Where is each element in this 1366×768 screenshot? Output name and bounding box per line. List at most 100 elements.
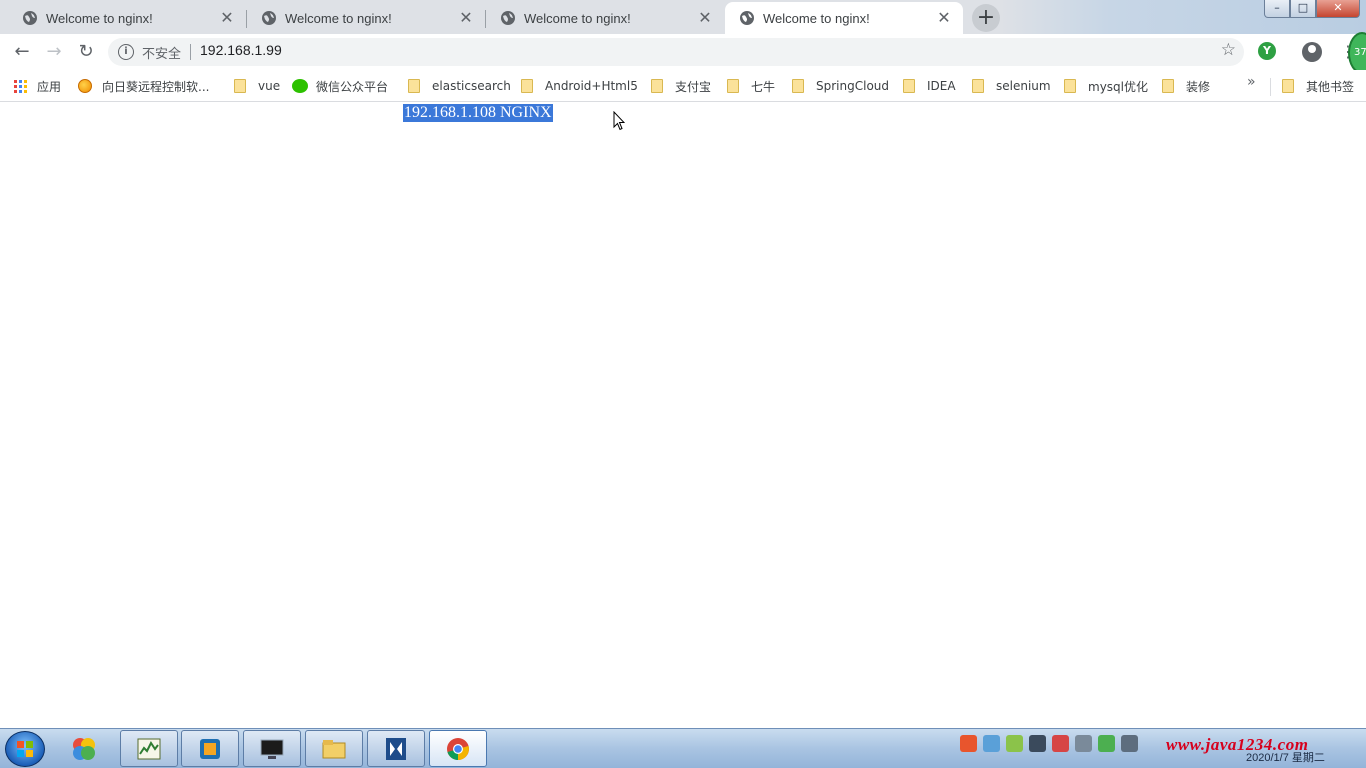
bookmark-elasticsearch[interactable]: elasticsearch	[408, 76, 511, 96]
ide-icon	[386, 737, 406, 760]
maximize-button[interactable]: □	[1290, 0, 1316, 18]
bookmark-label: 其他书签	[1306, 79, 1355, 94]
folder-icon	[1282, 79, 1294, 93]
info-icon[interactable]: i	[118, 44, 134, 60]
bookmark-label: 向日葵远程控制软...	[102, 79, 210, 94]
url-text[interactable]: 192.168.1.99	[200, 42, 282, 58]
folder-icon	[651, 79, 663, 93]
taskbar-ide-app[interactable]	[367, 730, 425, 767]
tab-close-icon[interactable]: ✕	[218, 9, 236, 27]
close-window-button[interactable]: ✕	[1316, 0, 1360, 18]
bookmark-label: Android+Html5	[545, 79, 638, 93]
globe-icon	[262, 11, 276, 25]
bookmark-apps[interactable]: 应用	[14, 76, 61, 96]
reload-button[interactable]: ↻	[74, 40, 98, 64]
taskbar-explorer-app[interactable]	[305, 730, 363, 767]
tab-title: Welcome to nginx!	[763, 10, 870, 26]
taskbar-pinwheel-app[interactable]	[55, 730, 113, 767]
sunlogin-icon	[78, 79, 92, 93]
tab-4-active[interactable]: Welcome to nginx! ✕	[725, 2, 963, 34]
bookmark-mysql[interactable]: mysql优化	[1064, 76, 1148, 96]
folder-icon	[1162, 79, 1174, 93]
browser-toolbar: ← → ↻ i 不安全 192.168.1.99 ☆ Y ⋮	[0, 34, 1366, 70]
other-bookmarks[interactable]: 其他书签	[1282, 76, 1354, 96]
bookmark-sunlogin[interactable]: 向日葵远程控制软...	[78, 76, 209, 96]
bookmark-wechat[interactable]: 微信公众平台	[292, 76, 388, 96]
vmware-icon	[200, 738, 220, 759]
page-viewport: 192.168.1.108 NGINX	[0, 103, 1366, 727]
bookmark-label: 支付宝	[675, 79, 712, 94]
window-controls: – □ ✕	[1264, 0, 1360, 18]
profile-icon[interactable]	[1302, 42, 1322, 62]
taskbar-chrome-app[interactable]	[429, 730, 487, 767]
folder-icon	[727, 79, 739, 93]
extension-icon[interactable]: Y	[1258, 42, 1276, 60]
activity-monitor-icon	[137, 738, 161, 759]
folder-icon	[792, 79, 804, 93]
security-status[interactable]: 不安全	[142, 43, 181, 62]
bookmarks-overflow-button[interactable]: »	[1247, 74, 1256, 90]
taskbar-vmware-app[interactable]	[181, 730, 239, 767]
windows-logo-icon	[17, 741, 33, 757]
bookmark-qiniu[interactable]: 七牛	[727, 76, 775, 96]
bookmark-label: vue	[258, 79, 281, 93]
bookmark-label: 七牛	[751, 79, 776, 94]
taskbar-date[interactable]: 2020/1/7 星期二	[1246, 749, 1325, 765]
globe-icon	[501, 11, 515, 25]
bookmark-label: SpringCloud	[816, 79, 890, 93]
file-explorer-icon	[322, 739, 346, 758]
globe-icon	[740, 11, 754, 25]
new-tab-button[interactable]: +	[972, 4, 1000, 32]
mouse-cursor-icon	[613, 111, 625, 131]
bookmark-vue[interactable]: vue	[234, 76, 280, 96]
network-drive-icon[interactable]	[983, 735, 1000, 752]
wechat-icon	[292, 79, 308, 93]
pinwheel-icon	[73, 737, 95, 760]
bookmarks-bar: 应用 向日葵远程控制软... vue 微信公众平台 elasticsearch …	[0, 70, 1366, 102]
bookmark-label: selenium	[996, 79, 1051, 93]
network-icon[interactable]	[1121, 735, 1138, 752]
back-button[interactable]: ←	[10, 40, 34, 64]
taskbar-remote-desktop-app[interactable]	[243, 730, 301, 767]
system-tray	[960, 735, 1138, 752]
bookmarks-separator	[1270, 78, 1271, 96]
tab-title: Welcome to nginx!	[524, 10, 631, 26]
folder-icon	[903, 79, 915, 93]
omnibox-divider	[190, 44, 191, 60]
display-icon[interactable]	[1029, 735, 1046, 752]
bookmark-decoration[interactable]: 装修	[1162, 76, 1210, 96]
bookmark-android-html5[interactable]: Android+Html5	[521, 76, 638, 96]
bookmark-label: mysql优化	[1088, 79, 1148, 94]
bookmark-label: 微信公众平台	[316, 79, 389, 94]
taskbar-monitor-app[interactable]	[120, 730, 178, 767]
bookmark-label: 应用	[37, 79, 62, 94]
security-plus-icon[interactable]	[1006, 735, 1023, 752]
bookmark-alipay[interactable]: 支付宝	[651, 76, 711, 96]
antivirus-icon[interactable]	[1052, 735, 1069, 752]
bookmark-selenium[interactable]: selenium	[972, 76, 1051, 96]
folder-icon	[521, 79, 533, 93]
forward-button[interactable]: →	[42, 40, 66, 64]
tab-strip: Welcome to nginx! ✕ Welcome to nginx! ✕ …	[0, 0, 1366, 34]
tab-close-icon[interactable]: ✕	[457, 9, 475, 27]
bookmark-springcloud[interactable]: SpringCloud	[792, 76, 889, 96]
tab-title: Welcome to nginx!	[285, 10, 392, 26]
folder-icon	[972, 79, 984, 93]
bookmark-star-icon[interactable]: ☆	[1221, 40, 1236, 60]
input-method-icon[interactable]	[960, 735, 977, 752]
bookmark-label: 装修	[1186, 79, 1211, 94]
minimize-button[interactable]: –	[1264, 0, 1290, 18]
shield-icon[interactable]	[1098, 735, 1115, 752]
start-button[interactable]	[5, 731, 45, 767]
address-bar[interactable]: i 不安全 192.168.1.99 ☆	[108, 38, 1244, 66]
tab-close-icon[interactable]: ✕	[935, 9, 953, 27]
chrome-icon	[447, 737, 469, 760]
tab-2[interactable]: Welcome to nginx! ✕	[247, 2, 486, 34]
tab-3[interactable]: Welcome to nginx! ✕	[486, 2, 724, 34]
bookmark-idea[interactable]: IDEA	[903, 76, 956, 96]
usb-icon[interactable]	[1075, 735, 1092, 752]
tab-close-icon[interactable]: ✕	[696, 9, 714, 27]
page-body-text: 192.168.1.108 NGINX	[403, 104, 553, 122]
tab-1[interactable]: Welcome to nginx! ✕	[8, 2, 247, 34]
globe-icon	[23, 11, 37, 25]
